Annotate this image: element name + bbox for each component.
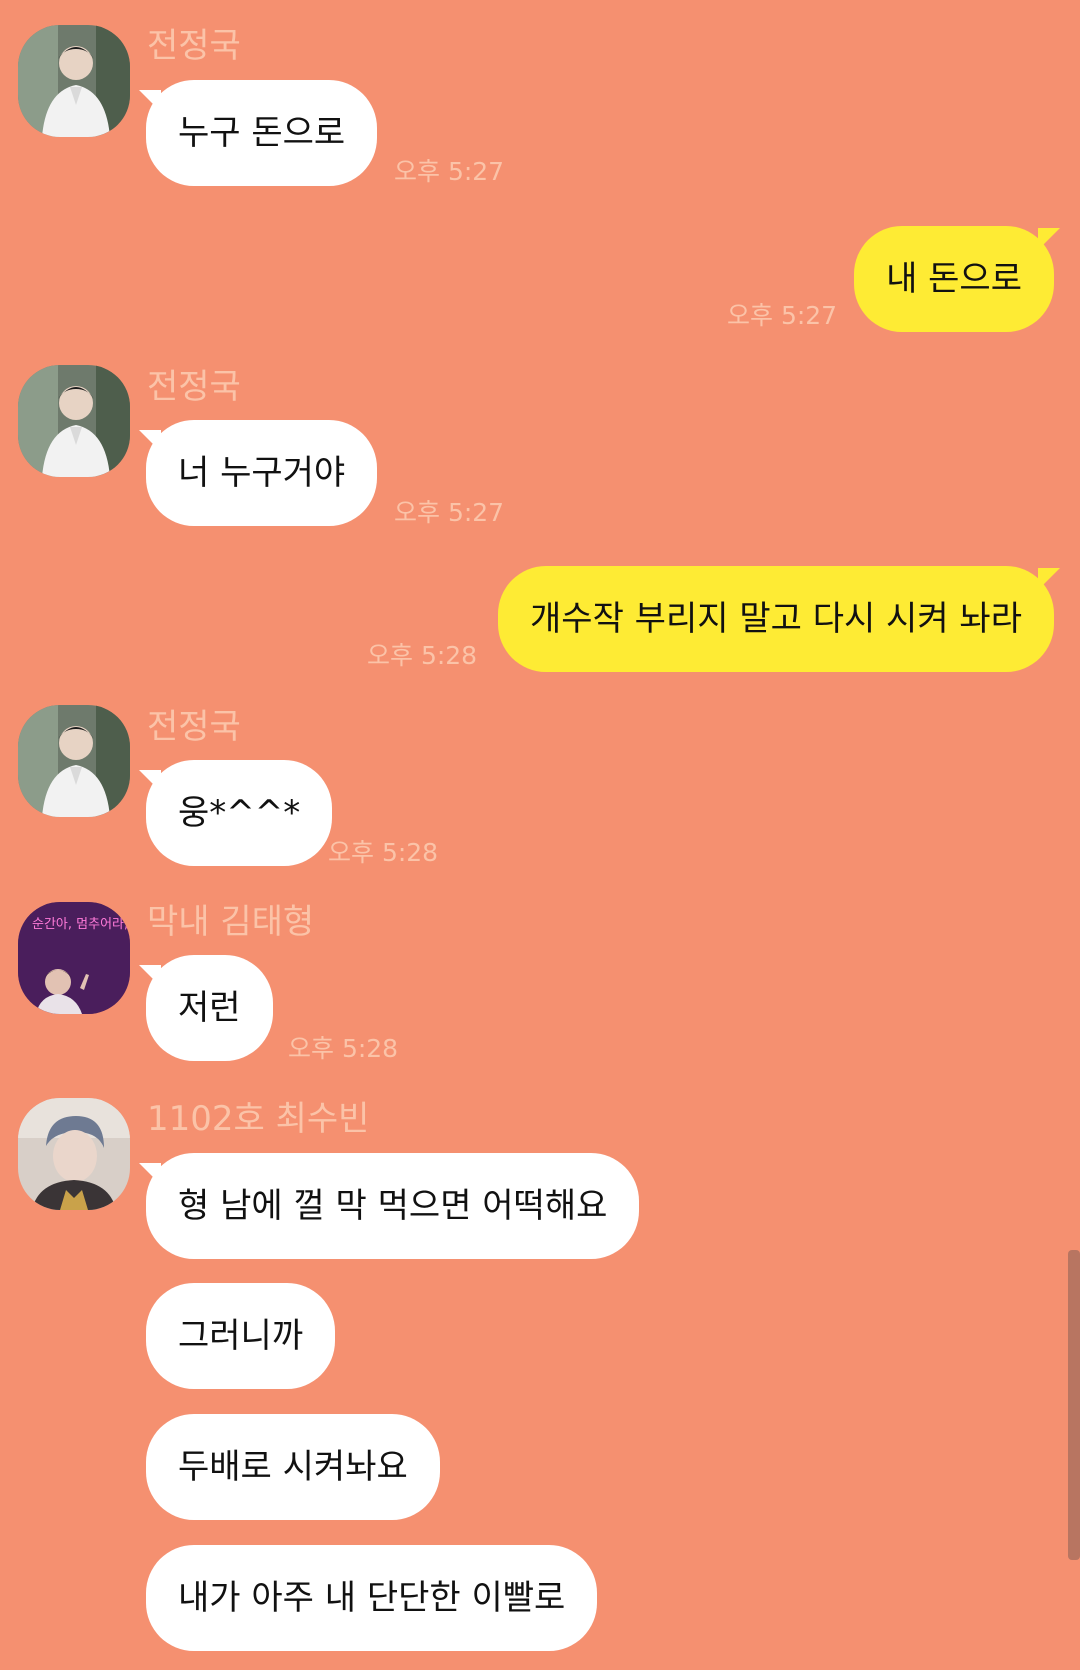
message-bubble-incoming[interactable]: 내가 아주 내 단단한 이빨로 bbox=[146, 1545, 598, 1651]
message-time: 오후 5:28 bbox=[367, 641, 478, 670]
message-bubble-outgoing[interactable]: 개수작 부리지 말고 다시 시켜 놔라 bbox=[498, 566, 1054, 672]
message-bubble-incoming[interactable]: 형 남에 껄 막 먹으면 어떡해요 bbox=[146, 1153, 640, 1259]
profile-avatar-jungkook[interactable] bbox=[18, 705, 130, 817]
message-time: 오후 5:28 bbox=[328, 838, 439, 867]
message-time: 오후 5:27 bbox=[394, 498, 505, 527]
sender-name: 1102호 최수빈 bbox=[147, 1099, 370, 1139]
message-bubble-incoming[interactable]: 그러니까 bbox=[146, 1283, 336, 1389]
chat-area[interactable]: 전정국 누구 돈으로 오후 5:27 내 돈으로 오후 5:27 전정국 너 누… bbox=[0, 0, 1080, 1670]
message-bubble-incoming[interactable]: 누구 돈으로 bbox=[146, 80, 378, 186]
profile-avatar-jungkook[interactable] bbox=[18, 25, 130, 137]
message-bubble-incoming[interactable]: 두배로 시켜놔요 bbox=[146, 1414, 440, 1520]
message-bubble-outgoing[interactable]: 내 돈으로 bbox=[854, 226, 1054, 332]
sender-name: 전정국 bbox=[147, 26, 241, 66]
profile-avatar-jungkook[interactable] bbox=[18, 365, 130, 477]
sender-name: 전정국 bbox=[147, 707, 241, 747]
message-time: 오후 5:27 bbox=[394, 157, 505, 186]
sender-name: 전정국 bbox=[147, 367, 241, 407]
sender-name: 막내 김태형 bbox=[147, 902, 315, 942]
scrollbar-thumb[interactable] bbox=[1068, 1250, 1080, 1560]
message-bubble-incoming[interactable]: 웅*^^* bbox=[146, 760, 333, 866]
neon-sign-text: 순간아, 멈추어라, 너 정말 아름답구 bbox=[32, 917, 130, 932]
profile-avatar-soobin[interactable] bbox=[18, 1098, 130, 1210]
message-time: 오후 5:28 bbox=[288, 1034, 399, 1063]
profile-avatar-taehyung[interactable]: 순간아, 멈추어라, 너 정말 아름답구 bbox=[18, 902, 130, 1014]
message-time: 오후 5:27 bbox=[727, 301, 838, 330]
message-bubble-incoming[interactable]: 저런 bbox=[146, 955, 273, 1061]
message-bubble-incoming[interactable]: 너 누구거야 bbox=[146, 420, 378, 526]
